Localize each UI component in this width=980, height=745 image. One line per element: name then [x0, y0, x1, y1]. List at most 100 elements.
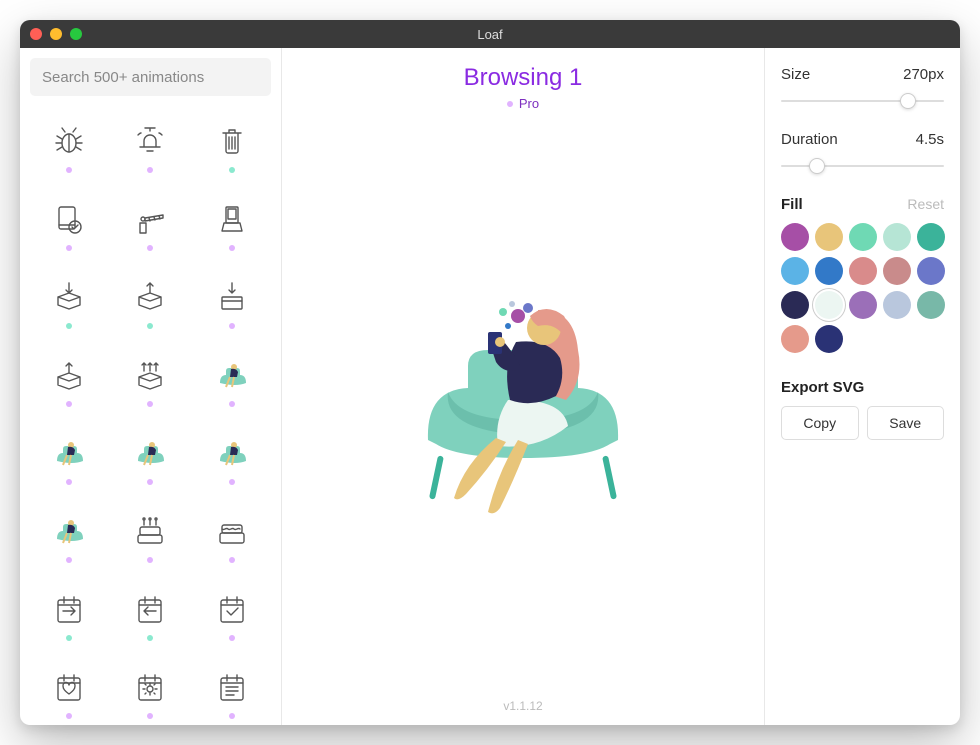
search-input[interactable]: [30, 58, 271, 96]
fill-swatches: [781, 223, 944, 353]
tier-dot-icon: [229, 167, 235, 173]
library-sidebar: [20, 48, 282, 725]
trash-icon[interactable]: [191, 110, 273, 184]
pro-dot-icon: [507, 101, 513, 107]
app-window: Loaf: [20, 20, 960, 725]
size-property: Size 270px: [781, 66, 944, 109]
cake-icon[interactable]: [191, 500, 273, 574]
calendar-next-icon[interactable]: [28, 578, 110, 652]
tier-dot-icon: [147, 401, 153, 407]
browsing-4-illustration[interactable]: [191, 422, 273, 496]
size-value: 270px: [903, 66, 944, 83]
browsing-1-illustration[interactable]: [191, 344, 273, 418]
color-swatch[interactable]: [917, 291, 945, 319]
tier-dot-icon: [229, 557, 235, 563]
copy-button[interactable]: Copy: [781, 406, 859, 440]
color-swatch[interactable]: [917, 223, 945, 251]
color-swatch[interactable]: [781, 291, 809, 319]
animation-title: Browsing 1: [464, 64, 583, 92]
tier-dot-icon: [147, 245, 153, 251]
app-body: Browsing 1 Pro: [20, 48, 960, 725]
minimize-window-button[interactable]: [50, 28, 62, 40]
browsing-2-illustration[interactable]: [28, 422, 110, 496]
tier-dot-icon: [229, 479, 235, 485]
bug-icon[interactable]: [28, 110, 110, 184]
color-swatch[interactable]: [883, 223, 911, 251]
browsing-illustration: [388, 270, 658, 540]
cake-candles-icon[interactable]: [110, 500, 192, 574]
color-swatch[interactable]: [815, 223, 843, 251]
barrier-icon[interactable]: [110, 188, 192, 262]
tier-dot-icon: [229, 713, 235, 719]
color-swatch[interactable]: [781, 257, 809, 285]
pro-label: Pro: [519, 96, 539, 111]
calendar-prev-icon[interactable]: [110, 578, 192, 652]
calendar-lines-icon[interactable]: [191, 656, 273, 725]
box-in-icon[interactable]: [28, 266, 110, 340]
tier-dot-icon: [147, 713, 153, 719]
color-swatch[interactable]: [849, 257, 877, 285]
fill-reset-button[interactable]: Reset: [907, 196, 944, 212]
color-swatch[interactable]: [849, 223, 877, 251]
tier-dot-icon: [147, 323, 153, 329]
tier-dot-icon: [66, 479, 72, 485]
tier-dot-icon: [147, 635, 153, 641]
tier-dot-icon: [229, 245, 235, 251]
size-label: Size: [781, 66, 810, 83]
tier-dot-icon: [66, 401, 72, 407]
duration-property: Duration 4.5s: [781, 131, 944, 174]
box-out-icon[interactable]: [110, 266, 192, 340]
calendar-gear-icon[interactable]: [110, 656, 192, 725]
color-swatch[interactable]: [815, 291, 843, 319]
pro-badge: Pro: [507, 96, 539, 111]
library-scroll[interactable]: [20, 106, 281, 725]
duration-label: Duration: [781, 131, 838, 148]
book-check-icon[interactable]: [28, 188, 110, 262]
tier-dot-icon: [229, 401, 235, 407]
tier-dot-icon: [66, 323, 72, 329]
tier-dot-icon: [147, 557, 153, 563]
color-swatch[interactable]: [883, 291, 911, 319]
tier-dot-icon: [229, 635, 235, 641]
calendar-check-icon[interactable]: [191, 578, 273, 652]
window-title: Loaf: [20, 27, 960, 42]
browsing-5-illustration[interactable]: [28, 500, 110, 574]
color-swatch[interactable]: [849, 291, 877, 319]
tier-dot-icon: [66, 557, 72, 563]
size-slider[interactable]: [781, 93, 944, 109]
duration-value: 4.5s: [916, 131, 944, 148]
duration-slider[interactable]: [781, 158, 944, 174]
tier-dot-icon: [229, 323, 235, 329]
tier-dot-icon: [66, 713, 72, 719]
search-wrap: [20, 48, 281, 106]
color-swatch[interactable]: [781, 325, 809, 353]
properties-panel: Size 270px Duration 4.5s: [764, 48, 960, 725]
tier-dot-icon: [66, 245, 72, 251]
color-swatch[interactable]: [917, 257, 945, 285]
kiosk-icon[interactable]: [191, 188, 273, 262]
tier-dot-icon: [66, 167, 72, 173]
save-button[interactable]: Save: [867, 406, 945, 440]
color-swatch[interactable]: [815, 257, 843, 285]
version-label: v1.1.12: [503, 699, 542, 717]
preview-pane: Browsing 1 Pro: [282, 48, 764, 725]
library-grid: [28, 110, 273, 725]
tier-dot-icon: [147, 167, 153, 173]
color-swatch[interactable]: [781, 223, 809, 251]
box-multi-up-icon[interactable]: [110, 344, 192, 418]
color-swatch[interactable]: [883, 257, 911, 285]
color-swatch[interactable]: [815, 325, 843, 353]
fill-header: Fill Reset: [781, 196, 944, 213]
fill-label: Fill: [781, 196, 803, 213]
browsing-3-illustration[interactable]: [110, 422, 192, 496]
bell-icon[interactable]: [110, 110, 192, 184]
box-download-icon[interactable]: [191, 266, 273, 340]
maximize-window-button[interactable]: [70, 28, 82, 40]
window-controls: [30, 28, 82, 40]
tier-dot-icon: [66, 635, 72, 641]
export-buttons: Copy Save: [781, 406, 944, 440]
export-label: Export SVG: [781, 379, 944, 396]
calendar-heart-icon[interactable]: [28, 656, 110, 725]
box-up-icon[interactable]: [28, 344, 110, 418]
close-window-button[interactable]: [30, 28, 42, 40]
